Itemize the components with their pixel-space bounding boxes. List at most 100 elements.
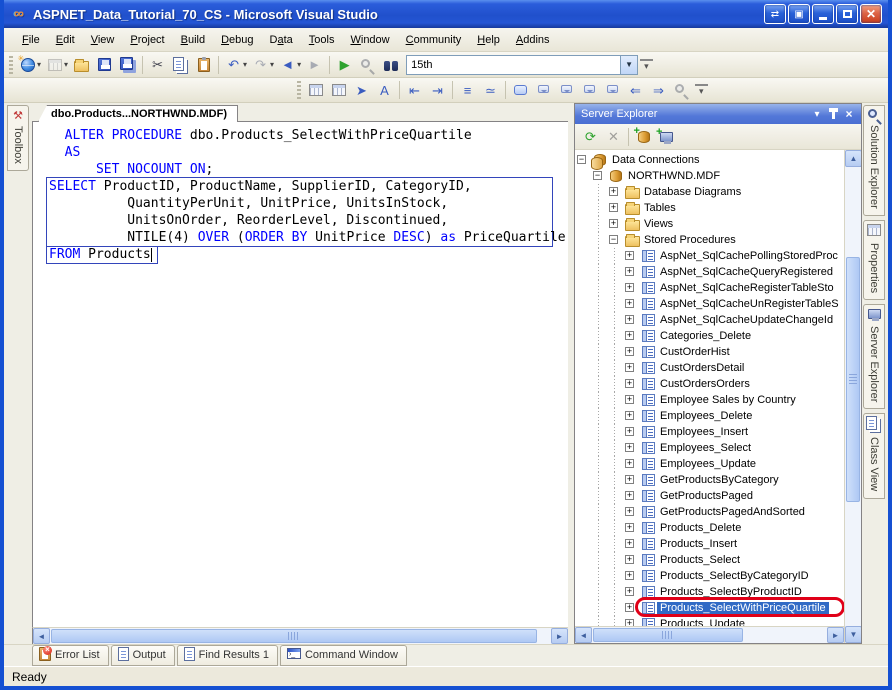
tree-item[interactable]: +Tables bbox=[575, 200, 844, 216]
tree-scroll-left-icon[interactable]: ◄ bbox=[575, 627, 592, 643]
expand-icon[interactable]: + bbox=[625, 283, 634, 292]
expand-icon[interactable]: + bbox=[609, 219, 618, 228]
tab-find-results-1[interactable]: Find Results 1 bbox=[177, 645, 278, 666]
window-position-icon[interactable]: ▾ bbox=[809, 107, 825, 122]
expand-icon[interactable]: + bbox=[625, 315, 634, 324]
expand-icon[interactable]: + bbox=[625, 395, 634, 404]
redo-icon[interactable]: ↷ bbox=[249, 54, 272, 75]
callout-back-icon[interactable] bbox=[578, 80, 601, 101]
start-debugging-icon[interactable]: ▶ bbox=[333, 54, 356, 75]
rounded-rect-icon[interactable] bbox=[509, 80, 532, 101]
tree-item[interactable]: −NORTHWND.MDF bbox=[575, 168, 844, 184]
expand-icon[interactable]: + bbox=[625, 475, 634, 484]
expand-icon[interactable]: + bbox=[625, 267, 634, 276]
tree-item[interactable]: +Products_Insert bbox=[575, 536, 844, 552]
expand-icon[interactable]: + bbox=[625, 411, 634, 420]
navigate-forward-icon[interactable]: ► bbox=[303, 54, 326, 75]
tree-item[interactable]: +Products_Delete bbox=[575, 520, 844, 536]
expand-icon[interactable]: + bbox=[625, 251, 634, 260]
tree-vertical-scrollbar[interactable]: ▲ ▼ bbox=[844, 150, 861, 643]
font-change-icon[interactable]: A bbox=[373, 80, 396, 101]
close-button[interactable]: ✕ bbox=[860, 4, 882, 24]
tree-item[interactable]: +AspNet_SqlCachePollingStoredProc bbox=[575, 248, 844, 264]
close-panel-icon[interactable]: × bbox=[841, 107, 857, 122]
expand-icon[interactable]: + bbox=[625, 459, 634, 468]
tree-item[interactable]: +Employees_Delete bbox=[575, 408, 844, 424]
expand-icon[interactable]: + bbox=[609, 187, 618, 196]
pop-out-button[interactable]: ▣ bbox=[788, 4, 810, 24]
save-icon[interactable] bbox=[93, 54, 116, 75]
tree-item[interactable]: +AspNet_SqlCacheUpdateChangeId bbox=[575, 312, 844, 328]
expand-icon[interactable]: + bbox=[625, 347, 634, 356]
tree-item[interactable]: −Stored Procedures bbox=[575, 232, 844, 248]
tree-item[interactable]: +GetProductsPaged bbox=[575, 488, 844, 504]
expand-icon[interactable]: + bbox=[625, 619, 634, 626]
expand-icon[interactable]: + bbox=[625, 427, 634, 436]
expand-icon[interactable]: + bbox=[625, 331, 634, 340]
tree-item[interactable]: +Categories_Delete bbox=[575, 328, 844, 344]
show-table-pane-icon[interactable] bbox=[304, 80, 327, 101]
tree-scroll-down-icon[interactable]: ▼ bbox=[845, 626, 861, 643]
decrease-indent-icon[interactable]: ⇤ bbox=[403, 80, 426, 101]
expand-icon[interactable]: + bbox=[625, 571, 634, 580]
expand-icon[interactable]: + bbox=[625, 507, 634, 516]
copy-icon[interactable] bbox=[169, 54, 192, 75]
callout-right-icon[interactable] bbox=[555, 80, 578, 101]
tree-item[interactable]: +Products_Select bbox=[575, 552, 844, 568]
refresh-icon[interactable]: ⟳ bbox=[579, 126, 602, 147]
connect-to-server-icon[interactable] bbox=[655, 126, 678, 147]
tree-item[interactable]: +GetProductsPagedAndSorted bbox=[575, 504, 844, 520]
tree-item[interactable]: +Products_SelectByCategoryID bbox=[575, 568, 844, 584]
tree-vscroll-thumb[interactable] bbox=[846, 257, 860, 502]
tab-dbo-products[interactable]: dbo.Products...NORTHWND.MDF) bbox=[38, 105, 238, 122]
menu-item-file[interactable]: File bbox=[14, 31, 48, 49]
tree-item[interactable]: +AspNet_SqlCacheRegisterTableSto bbox=[575, 280, 844, 296]
save-all-icon[interactable] bbox=[116, 54, 139, 75]
expand-icon[interactable]: + bbox=[625, 443, 634, 452]
tree-hscroll-thumb[interactable] bbox=[593, 628, 743, 642]
open-file-icon[interactable] bbox=[70, 54, 93, 75]
maximize-button[interactable] bbox=[836, 4, 858, 24]
add-new-item-icon[interactable] bbox=[43, 54, 66, 75]
expand-icon[interactable]: + bbox=[625, 539, 634, 548]
toolbar-overflow-icon-2[interactable]: ▾ bbox=[695, 84, 708, 96]
menu-item-help[interactable]: Help bbox=[469, 31, 508, 49]
tree-horizontal-scrollbar[interactable]: ◄ ► bbox=[575, 626, 844, 643]
minimize-button[interactable] bbox=[812, 4, 834, 24]
expand-icon[interactable]: + bbox=[625, 379, 634, 388]
tab-command-window[interactable]: Command Window bbox=[280, 645, 407, 666]
toolbar-grip-2[interactable] bbox=[297, 81, 301, 99]
list-icon[interactable]: ≡ bbox=[456, 80, 479, 101]
export-doc-icon[interactable]: ⇒ bbox=[647, 80, 670, 101]
collapse-icon[interactable]: − bbox=[609, 235, 618, 244]
paste-icon[interactable] bbox=[192, 54, 215, 75]
combobox-dropdown-icon[interactable]: ▼ bbox=[620, 56, 637, 74]
callout-left-icon[interactable] bbox=[532, 80, 555, 101]
editor-hscroll-thumb[interactable] bbox=[51, 629, 537, 643]
tree-scroll-right-icon[interactable]: ► bbox=[827, 627, 844, 643]
editor-horizontal-scrollbar[interactable]: ◄ ► bbox=[32, 627, 568, 644]
tree-item[interactable]: +CustOrderHist bbox=[575, 344, 844, 360]
menu-item-addins[interactable]: Addins bbox=[508, 31, 558, 49]
stop-refresh-icon[interactable]: ✕ bbox=[602, 126, 625, 147]
menu-item-community[interactable]: Community bbox=[398, 31, 470, 49]
dock-left-right-button[interactable]: ⇄ bbox=[764, 4, 786, 24]
expand-icon[interactable]: + bbox=[625, 363, 634, 372]
tree-item[interactable]: +CustOrdersOrders bbox=[575, 376, 844, 392]
tree-item[interactable]: +Products_Update bbox=[575, 616, 844, 626]
tab-output[interactable]: Output bbox=[111, 645, 175, 666]
tab-server-explorer[interactable]: Server Explorer bbox=[863, 304, 885, 409]
toolbar-grip[interactable] bbox=[9, 56, 13, 74]
menu-item-build[interactable]: Build bbox=[173, 31, 213, 49]
tab-class-view[interactable]: Class View bbox=[863, 413, 885, 498]
menu-item-window[interactable]: Window bbox=[342, 31, 397, 49]
menu-item-edit[interactable]: Edit bbox=[48, 31, 83, 49]
sql-code-editor[interactable]: ALTER PROCEDURE dbo.Products_SelectWithP… bbox=[32, 122, 568, 627]
tree-item[interactable]: +Employees_Insert bbox=[575, 424, 844, 440]
toolbar-overflow-icon[interactable]: ▾ bbox=[640, 59, 653, 71]
menu-item-data[interactable]: Data bbox=[262, 31, 301, 49]
tab-error-list[interactable]: Error List bbox=[32, 645, 109, 666]
tree-scroll-up-icon[interactable]: ▲ bbox=[845, 150, 861, 167]
expand-icon[interactable]: + bbox=[625, 555, 634, 564]
pointer-icon[interactable]: ➤ bbox=[350, 80, 373, 101]
